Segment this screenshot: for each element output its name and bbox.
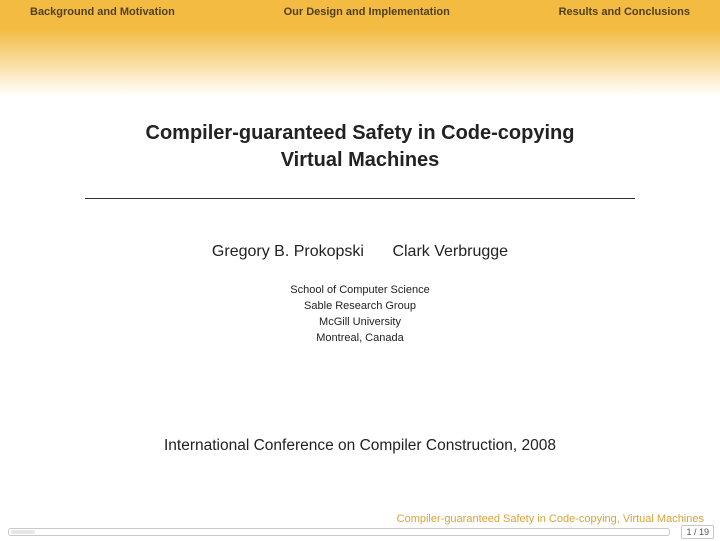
affiliation: School of Computer Science Sable Researc… <box>40 283 680 347</box>
author-2: Clark Verbrugge <box>392 243 508 260</box>
title-line-2: Virtual Machines <box>40 147 680 174</box>
footer-short-title: Compiler-guaranteed Safety in Code-copyi… <box>397 513 704 525</box>
title-line-1: Compiler-guaranteed Safety in Code-copyi… <box>40 120 680 147</box>
authors: Gregory B. Prokopski Clark Verbrugge <box>40 243 680 261</box>
affil-line-3: McGill University <box>40 315 680 331</box>
author-1: Gregory B. Prokopski <box>212 243 364 260</box>
affil-line-1: School of Computer Science <box>40 283 680 299</box>
progress-fill <box>11 530 35 534</box>
title-block: Compiler-guaranteed Safety in Code-copyi… <box>40 120 680 174</box>
nav-item-background[interactable]: Background and Motivation <box>30 6 175 18</box>
divider <box>85 198 635 199</box>
affil-line-2: Sable Research Group <box>40 299 680 315</box>
page-counter: 1 / 19 <box>681 525 714 539</box>
section-nav: Background and Motivation Our Design and… <box>30 6 690 24</box>
nav-item-design[interactable]: Our Design and Implementation <box>284 6 450 18</box>
header-band: Background and Motivation Our Design and… <box>0 0 720 96</box>
slide: Background and Motivation Our Design and… <box>0 0 720 541</box>
slide-body: Compiler-guaranteed Safety in Code-copyi… <box>0 96 720 541</box>
nav-item-results[interactable]: Results and Conclusions <box>559 6 690 18</box>
venue: International Conference on Compiler Con… <box>40 437 680 455</box>
affil-line-4: Montreal, Canada <box>40 331 680 347</box>
progress-bar[interactable] <box>8 528 670 536</box>
footer: Compiler-guaranteed Safety in Code-copyi… <box>0 503 720 541</box>
